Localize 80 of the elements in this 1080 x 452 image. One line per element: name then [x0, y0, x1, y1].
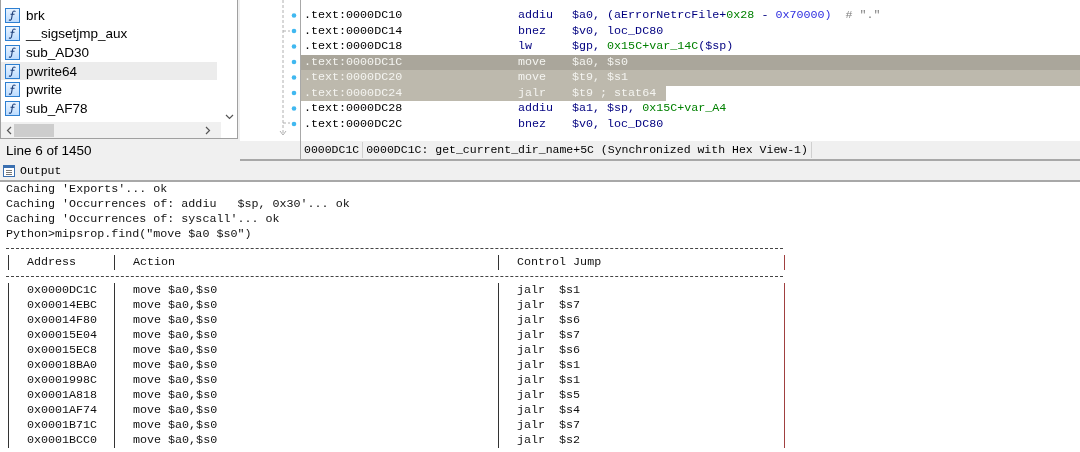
table-cell: jalr $s5	[498, 388, 781, 403]
table-cell: move $a0,$s0	[114, 328, 498, 343]
function-list-item[interactable]: sub_AD30	[1, 43, 217, 62]
function-list-item[interactable]: sub_AF78	[1, 98, 217, 118]
function-icon	[5, 7, 20, 23]
function-icon	[5, 26, 20, 42]
dot-icon	[291, 44, 297, 49]
table-cell-text: 0x0001B71C	[26, 418, 99, 433]
table-cell: jalr $s7	[498, 298, 781, 313]
dot-icon	[291, 13, 297, 18]
table-cell: move $a0,$s0	[114, 418, 498, 433]
address-field: 0000DC1C	[301, 142, 364, 158]
function-name: __sigsetjmp_aux	[26, 26, 128, 42]
dot-icon	[291, 59, 297, 65]
panel-title: Output	[20, 164, 62, 177]
console-line: Python>mipsrop.find("move $a0 $s0")	[6, 227, 253, 242]
function-list-item[interactable]: pwrite64	[1, 61, 217, 81]
window-icon	[3, 164, 15, 177]
table-cell-text: 0x00014F80	[26, 313, 99, 328]
table-cell: jalr $s7	[498, 328, 781, 343]
table-cell: move $a0,$s0	[114, 433, 498, 448]
code-line[interactable]: .text:0000DC18 lw $gp, 0x15C+var_14C($sp)	[301, 39, 734, 55]
function-name: sub_AD30	[26, 45, 90, 60]
table-cell-text: 0x00015EC8	[26, 343, 99, 358]
scroll-down-icon[interactable]	[224, 114, 234, 120]
scroll-left-icon[interactable]	[6, 125, 12, 135]
table-cell: jalr $s1	[498, 373, 781, 388]
scroll-right-icon[interactable]	[205, 125, 211, 135]
location-text: 0000DC1C: get_current_dir_name+5C (Synchronized with Hex View-1)	[363, 142, 812, 158]
line-status: Line 6 of 1450	[6, 142, 92, 158]
function-icon	[5, 100, 20, 116]
table-cell: jalr $s6	[498, 343, 781, 358]
function-name: pwrite	[26, 82, 62, 98]
table-cell: jalr $s7	[498, 418, 781, 433]
function-icon	[5, 63, 20, 79]
table-cell: move $a0,$s0	[114, 388, 498, 403]
dot-icon	[291, 90, 297, 96]
console-line: Caching 'Occurrences of: syscall'... ok	[6, 212, 281, 227]
table-cell: move $a0,$s0	[114, 343, 498, 358]
function-name: brk	[26, 7, 45, 23]
table-cell: move $a0,$s0	[114, 298, 498, 313]
console-line: Caching 'Exports'... ok	[6, 182, 169, 197]
code-line[interactable]: .text:0000DC14 bnez $v0, loc_DC80	[301, 23, 664, 39]
function-list-item[interactable]: __sigsetjmp_aux	[1, 24, 217, 44]
table-cell: move $a0,$s0	[114, 313, 498, 328]
table-cell: jalr $s4	[498, 403, 781, 418]
function-name: pwrite64	[26, 63, 78, 79]
table-cell-text: 0x0001A818	[26, 388, 99, 403]
table-cell: move $a0,$s0	[114, 358, 498, 373]
function-name: sub_AF78	[26, 100, 88, 116]
table-cell: jalr $s6	[498, 313, 781, 328]
function-list-item[interactable]: pwrite	[1, 80, 217, 99]
table-cell-text: 0x00018BA0	[26, 358, 99, 373]
column-header: Action	[114, 255, 498, 270]
column-header: Address	[26, 255, 78, 270]
table-cell: jalr $s1	[498, 283, 781, 298]
table-cell: jalr $s2	[498, 433, 781, 448]
table-cell-text: 0x0000DC1C	[26, 283, 99, 298]
function-icon	[5, 45, 20, 60]
function-list-item[interactable]: brk	[1, 6, 217, 25]
table-cell: move $a0,$s0	[114, 403, 498, 418]
table-cell: move $a0,$s0	[114, 373, 498, 388]
dot-icon	[291, 28, 297, 34]
table-cell: move $a0,$s0	[114, 283, 498, 298]
dot-icon	[291, 75, 297, 80]
table-cell-text: 0x00014EBC	[26, 298, 99, 313]
console-line: Caching 'Occurrences of: addiu $sp, 0x30'... ok	[6, 197, 351, 212]
table-cell: jalr $s1	[498, 358, 781, 373]
table-cell-text: 0x0001998C	[26, 373, 99, 388]
table-cell-text: 0x00015E04	[26, 328, 99, 343]
table-cell-text: 0x0001AF74	[26, 403, 99, 418]
dot-icon	[291, 121, 297, 127]
code-line[interactable]: .text:0000DC10 addiu $a0, (aErrorNetrcFile+0x28 - 0x70000) # "."	[301, 8, 881, 24]
dot-icon	[291, 106, 297, 111]
code-line[interactable]: .text:0000DC2C bnez $v0, loc_DC80	[301, 116, 664, 132]
column-header: Control Jump	[498, 255, 781, 270]
function-icon	[5, 82, 20, 98]
code-line[interactable]: .text:0000DC28 addiu $a1, $sp, 0x15C+var_A4	[301, 101, 727, 117]
scrollbar-thumb[interactable]	[14, 123, 54, 137]
table-cell-text: 0x0001BCC0	[26, 433, 99, 448]
